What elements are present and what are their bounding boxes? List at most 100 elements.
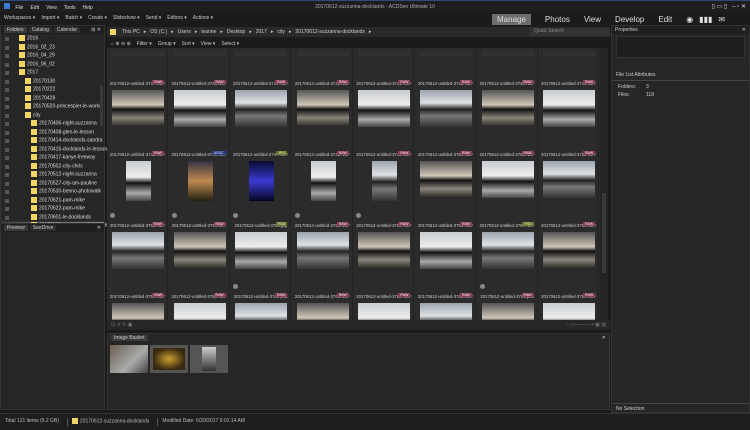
- thumbnail-cell[interactable]: RAW 20170612-untitled-3762.NEF: [353, 220, 415, 299]
- thumbnail-cell[interactable]: RAW 20170612-untitled-3751.NEF: [477, 78, 538, 157]
- thumbnail-cell[interactable]: 20170612-untitled-3742.NEF: [415, 48, 476, 86]
- thumbnail-cell[interactable]: RAW 20170612-untitled-3760.NEF: [169, 220, 230, 299]
- thumbnail-cell[interactable]: 20170612-untitled-3737.NEF: [107, 48, 168, 86]
- thumbnail-cell[interactable]: RAW: [538, 291, 600, 320]
- mode-photos[interactable]: Photos: [545, 15, 570, 24]
- thumbnail-cell[interactable]: RAW: [169, 291, 230, 320]
- mode-manage[interactable]: Manage: [492, 13, 531, 25]
- view-menu[interactable]: View ▾: [201, 41, 216, 47]
- checkbox[interactable]: [5, 96, 9, 101]
- folder-item[interactable]: 2016: [1, 35, 104, 44]
- thumbnail-cell[interactable]: RAW 20170612-untitled-3764.NEF: [538, 220, 600, 299]
- nav-icons[interactable]: ⌂ ⊕ ⊖ ⊛: [111, 41, 131, 47]
- folder-item[interactable]: 20170222: [1, 86, 104, 95]
- thumbnail-cell[interactable]: 20170612-untitled-3739.NEF: [230, 48, 292, 86]
- slideshow-button[interactable]: Slideshow ▾: [113, 15, 140, 21]
- mode-develop[interactable]: Develop: [615, 15, 644, 24]
- checkbox[interactable]: [5, 139, 9, 143]
- tab-catalog[interactable]: Catalog: [28, 27, 52, 33]
- thumbnail-cell[interactable]: RAW: [230, 291, 292, 320]
- thumbnail-cell[interactable]: RAW 20170612-untitled-3748.NEF: [292, 78, 353, 157]
- folder-item[interactable]: 20170428: [1, 94, 104, 104]
- thumbnail-cell[interactable]: PSD 20170612-untitled-3760.psd: [230, 220, 292, 299]
- checkbox[interactable]: [5, 207, 9, 211]
- tab-calendar[interactable]: Calendar: [53, 27, 81, 33]
- tab-preview[interactable]: Preview: [4, 225, 28, 231]
- tree-scrollbar[interactable]: [100, 86, 103, 126]
- thumbnail-cell[interactable]: RAW: [292, 291, 353, 320]
- checkbox[interactable]: [5, 130, 9, 135]
- mode-edit[interactable]: Edit: [658, 15, 672, 24]
- folder-item[interactable]: city: [1, 111, 104, 121]
- folder-item[interactable]: 20170527-city-am-pauline: [1, 179, 104, 189]
- checkbox[interactable]: [5, 156, 9, 160]
- checkbox[interactable]: [5, 198, 9, 203]
- actions-button[interactable]: Actions ▾: [193, 15, 213, 21]
- thumbnail-cell[interactable]: RAW 20170612-untitled-3753.NEF: [107, 149, 168, 228]
- thumbnail-cell[interactable]: RAW 20170612-untitled-3757.NEF: [477, 149, 538, 228]
- folder-item[interactable]: 2016_06_02: [1, 60, 104, 70]
- send-button[interactable]: Send ▾: [146, 15, 162, 21]
- basket-thumb[interactable]: [110, 345, 148, 373]
- thumbnail-cell[interactable]: 20170612-untitled-3744.NEF: [538, 48, 600, 86]
- checkbox[interactable]: [5, 45, 9, 50]
- thumbnail-cell[interactable]: RAW: [107, 291, 168, 320]
- checkbox[interactable]: [5, 190, 9, 194]
- 360-icon[interactable]: ◉: [686, 15, 693, 24]
- thumbnail-cell[interactable]: RAW 20170612-untitled-3755.NEF: [353, 149, 415, 228]
- thumbnail-cell[interactable]: RAW 20170612-untitled-3750.NEF: [415, 78, 476, 157]
- checkbox[interactable]: [5, 173, 9, 177]
- folder-item[interactable]: 20170601-le-docklands: [1, 213, 104, 223]
- thumbnail-cell[interactable]: PSD 20170612-untitled-3763.psd: [477, 220, 538, 299]
- folder-item[interactable]: 20170530-benno-photowalk: [1, 188, 104, 197]
- folder-item[interactable]: 2017: [1, 69, 104, 78]
- sort-menu[interactable]: Sort ▾: [182, 41, 195, 47]
- breadcrumb-item[interactable]: Desktop: [227, 29, 245, 35]
- checkbox[interactable]: [5, 37, 9, 41]
- thumbnail-cell[interactable]: 20170612-untitled-3740.NEF: [292, 48, 353, 86]
- create-button[interactable]: Create ▾: [88, 15, 107, 21]
- thumbnail-cell[interactable]: RAW 20170612-untitled-3758.NEF: [538, 149, 600, 228]
- folder-item[interactable]: 20170622-pam-mike: [1, 205, 104, 214]
- batch-button[interactable]: Batch ▾: [65, 15, 82, 21]
- checkbox[interactable]: [5, 62, 9, 67]
- folder-item[interactable]: 20170414-docklands-sandra: [1, 137, 104, 146]
- thumbnail-cell[interactable]: RAW 20170612-untitled-3754.NEF: [292, 149, 353, 228]
- checkbox[interactable]: [5, 54, 9, 58]
- thumbnail-cell[interactable]: RAW 20170612-untitled-3746.NEF: [169, 78, 230, 157]
- close-icon[interactable]: ✕: [97, 225, 101, 231]
- thumbnail-cell[interactable]: RAW 20170612-untitled-3759.NEF: [107, 220, 168, 299]
- zoom-slider[interactable]: – ▭──── + ▣ ▤: [566, 322, 606, 328]
- import-button[interactable]: Import ▾: [41, 15, 59, 21]
- thumbnail-cell[interactable]: 20170612-untitled-3741.NEF: [353, 48, 415, 86]
- thumbnail-cell[interactable]: RAW: [353, 291, 415, 320]
- breadcrumb-item[interactable]: 20170612-suzzanna-docklands: [295, 29, 365, 35]
- breadcrumb-item[interactable]: leanne: [201, 29, 216, 35]
- workspaces-button[interactable]: Workspaces ▾: [4, 15, 35, 21]
- mode-view[interactable]: View: [584, 15, 601, 24]
- window-controls[interactable]: ▯ ▭ ▯ – ▫ ✕: [712, 3, 746, 10]
- filter-menu[interactable]: Filter ▾: [137, 41, 152, 47]
- tab-seedrive[interactable]: SeeDrive: [29, 225, 57, 231]
- quick-search-input[interactable]: Quick Search: [530, 28, 610, 36]
- grid-scrollbar[interactable]: [600, 48, 608, 320]
- breadcrumb-item[interactable]: 2017: [256, 29, 267, 35]
- checkbox[interactable]: [5, 105, 9, 109]
- breadcrumb-item[interactable]: OS (C:): [150, 29, 167, 35]
- thumbnail-cell[interactable]: RAW 20170612-untitled-3763.NEF: [415, 220, 476, 299]
- thumbnail-cell[interactable]: JPG 20170612-untitled-3754.jpg: [230, 149, 292, 228]
- thumbnail-cell[interactable]: RAW 20170612-untitled-3756.NEF: [415, 149, 476, 228]
- folder-item[interactable]: 20170621-pam-mike: [1, 196, 104, 206]
- dashboard-icon[interactable]: ▮▮▮: [699, 15, 712, 24]
- thumbnail-cell[interactable]: 20170612-untitled-3738.NEF: [169, 48, 230, 86]
- thumbnail-cell[interactable]: RAW: [415, 291, 476, 320]
- thumbnail-cell[interactable]: RAW 20170612-untitled-3761.NEF: [292, 220, 353, 299]
- basket-thumb[interactable]: [150, 345, 188, 373]
- folder-item[interactable]: 20170502-city-chris: [1, 162, 104, 172]
- folder-item[interactable]: 20170512-night-suzzanna: [1, 171, 104, 180]
- checkbox[interactable]: [5, 215, 9, 220]
- close-icon[interactable]: ⊞ ✕: [91, 27, 101, 33]
- close-icon[interactable]: ✕: [602, 335, 606, 341]
- thumbnail-cell[interactable]: RAW 20170612-untitled-3745.NEF: [107, 78, 168, 157]
- thumbnail-cell[interactable]: RAW 20170612-untitled-3749.NEF: [353, 78, 415, 157]
